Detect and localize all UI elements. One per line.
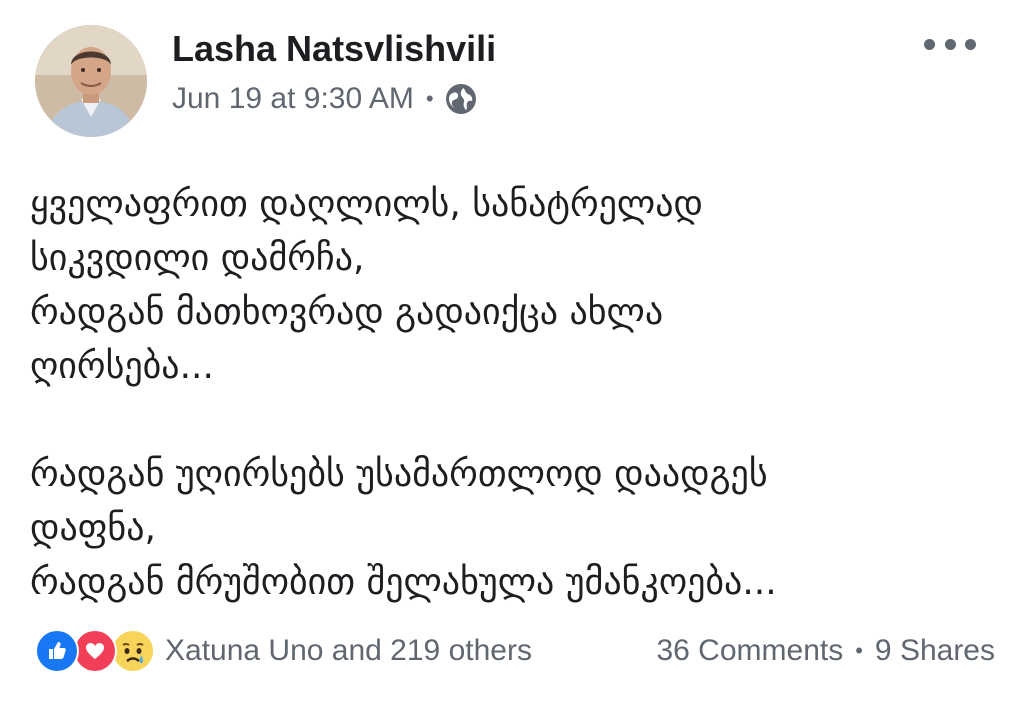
post-line: სიკვდილი დამრჩა,	[30, 238, 365, 279]
reaction-icons[interactable]	[35, 629, 155, 673]
post-line: რადგან უღირსებს უსამართლოდ დაადგეს	[30, 454, 768, 495]
post-footer: Xatuna Uno and 219 others 36 Comments • …	[35, 628, 995, 674]
facebook-post: Lasha Natsvlishvili Jun 19 at 9:30 AM • …	[0, 0, 1024, 712]
post-line: ყველაფრით დაღლილს, სანატრელად	[30, 184, 703, 225]
avatar-image	[35, 25, 147, 137]
post-paragraph-1: ყველაფრით დაღლილს, სანატრელად სიკვდილი დ…	[30, 178, 990, 394]
post-line: რადგან მათხოვრად გადაიქცა ახლა	[30, 292, 664, 333]
love-icon	[73, 629, 117, 673]
more-options-icon[interactable]	[924, 34, 976, 54]
comments-count[interactable]: 36 Comments	[656, 634, 843, 668]
post-line: ღირსება...	[30, 346, 214, 387]
sad-icon	[111, 629, 155, 673]
more-dot	[924, 38, 935, 50]
post-line: დაფნა,	[30, 508, 156, 549]
more-dot	[944, 38, 956, 50]
meta-separator: •	[425, 86, 434, 111]
shares-count[interactable]: 9 Shares	[875, 634, 995, 668]
post-body: ყველაფრით დაღლილს, სანატრელად სიკვდილი დ…	[30, 178, 990, 610]
post-paragraph-2: რადგან უღირსებს უსამართლოდ დაადგეს დაფნა…	[30, 448, 990, 610]
more-dot	[965, 38, 976, 50]
like-icon	[35, 629, 79, 673]
reactors-summary[interactable]: Xatuna Uno and 219 others	[165, 634, 532, 668]
post-meta: Jun 19 at 9:30 AM •	[172, 82, 478, 116]
post-timestamp[interactable]: Jun 19 at 9:30 AM	[172, 82, 414, 116]
author-name[interactable]: Lasha Natsvlishvili	[172, 28, 496, 70]
author-avatar[interactable]	[35, 25, 147, 137]
post-line: რადგან მრუშობით შელახულა უმანკოება...	[30, 562, 777, 603]
footer-separator: •	[855, 638, 863, 663]
globe-icon[interactable]	[444, 82, 478, 116]
